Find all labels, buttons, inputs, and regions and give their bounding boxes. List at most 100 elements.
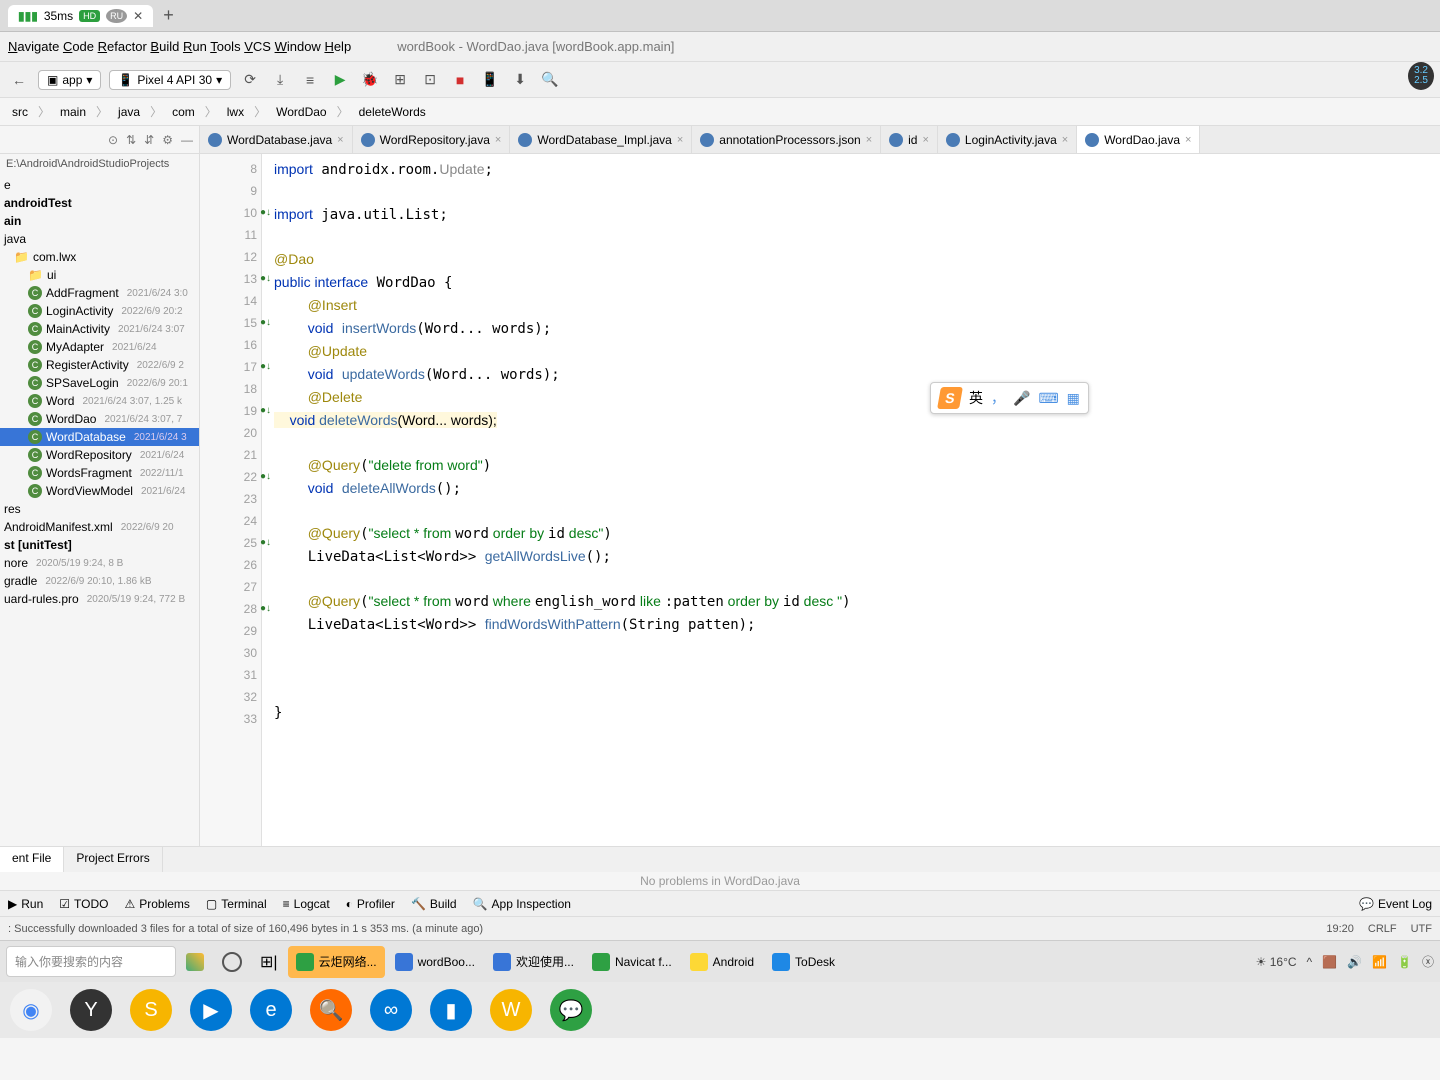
crumb-WordDao[interactable]: WordDao [270, 103, 332, 121]
battery-icon[interactable]: 🔋 [1397, 955, 1412, 969]
profile-icon[interactable]: ⊡ [419, 69, 441, 91]
tree-node-st-unitTest-[interactable]: st [unitTest] [0, 536, 199, 554]
close-icon[interactable]: × [337, 134, 343, 146]
editor-tab-id[interactable]: id× [881, 126, 938, 153]
close-icon[interactable]: ✕ [133, 9, 143, 23]
close-icon[interactable]: × [1185, 134, 1191, 146]
ime-grid-icon[interactable]: ▦ [1067, 390, 1080, 407]
tree-node-res[interactable]: res [0, 500, 199, 518]
task-Navicat-f-[interactable]: Navicat f... [584, 946, 680, 978]
menu-window[interactable]: Window [275, 39, 321, 54]
task-wordBoo-[interactable]: wordBoo... [387, 946, 483, 978]
crumb-java[interactable]: java [112, 103, 146, 121]
dock-app[interactable]: Y [70, 989, 112, 1031]
close-icon[interactable]: × [866, 134, 872, 146]
tray-chevron-icon[interactable]: ^ [1307, 955, 1313, 969]
close-icon[interactable]: × [922, 134, 928, 146]
tree-node-MyAdapter[interactable]: CMyAdapter2021/6/24 [0, 338, 199, 356]
editor-tab-WordDatabase-java[interactable]: WordDatabase.java× [200, 126, 353, 153]
tree-node-java[interactable]: java [0, 230, 199, 248]
tool-logcat[interactable]: ≡Logcat [283, 897, 330, 911]
format-icon[interactable]: ≡ [299, 69, 321, 91]
dock-app[interactable]: 🔍 [310, 989, 352, 1031]
crumb-deleteWords[interactable]: deleteWords [353, 103, 432, 121]
line-separator[interactable]: CRLF [1368, 923, 1397, 935]
new-tab-button[interactable]: + [163, 5, 174, 26]
stop-icon[interactable]: ■ [449, 69, 471, 91]
close-icon[interactable]: × [677, 134, 683, 146]
task-icon[interactable]: ⊞| [252, 946, 286, 978]
device-combo[interactable]: 📱 Pixel 4 API 30 ▾ [109, 70, 231, 90]
dock-app[interactable]: e [250, 989, 292, 1031]
menu-vcs[interactable]: VCS [244, 39, 271, 54]
ime-mic-icon[interactable]: 🎤 [1013, 390, 1030, 407]
close-overlay-icon[interactable]: ⓧ [1422, 953, 1434, 970]
tool-build[interactable]: 🔨Build [411, 897, 457, 911]
menu-refactor[interactable]: Refactor [98, 39, 147, 54]
avd-icon[interactable]: 📱 [479, 69, 501, 91]
tree-node-WordDao[interactable]: CWordDao2021/6/24 3:07, 7 [0, 410, 199, 428]
event-log[interactable]: 💬Event Log [1359, 897, 1432, 911]
tree-node-WordViewModel[interactable]: CWordViewModel2021/6/24 [0, 482, 199, 500]
network-icon[interactable]: 📶 [1372, 955, 1387, 969]
gear-icon[interactable]: ⚙ [162, 133, 173, 147]
make-icon[interactable]: ⤓ [269, 69, 291, 91]
crumb-lwx[interactable]: lwx [221, 103, 250, 121]
ime-keyboard-icon[interactable]: ⌨ [1038, 390, 1058, 407]
editor-tab-WordRepository-java[interactable]: WordRepository.java× [353, 126, 511, 153]
tool-run[interactable]: ▶Run [8, 897, 43, 911]
menu-navigate[interactable]: Navigate [8, 39, 59, 54]
tree-node-MainActivity[interactable]: CMainActivity2021/6/24 3:07 [0, 320, 199, 338]
dock-app[interactable]: ◉ [10, 989, 52, 1031]
tree-node-ain[interactable]: ain [0, 212, 199, 230]
tree-node-e[interactable]: e [0, 176, 199, 194]
ime-punct-icon[interactable]: ， [991, 388, 1005, 408]
task-ToDesk[interactable]: ToDesk [764, 946, 843, 978]
dock-app[interactable]: ∞ [370, 989, 412, 1031]
tool-problems[interactable]: ⚠Problems [124, 897, 189, 911]
locate-icon[interactable]: ⊙ [108, 133, 118, 147]
code-editor[interactable]: import androidx.room.Update; import java… [262, 154, 1440, 846]
taskbar-search[interactable]: 输入你要搜索的内容 [6, 946, 176, 977]
tray-app-icon[interactable]: 🟫 [1322, 955, 1337, 969]
sdk-icon[interactable]: ⬇ [509, 69, 531, 91]
hide-icon[interactable]: — [181, 133, 193, 147]
tool-profiler[interactable]: ◐Profiler [346, 897, 395, 911]
menu-code[interactable]: Code [63, 39, 94, 54]
debug-icon[interactable]: 🐞 [359, 69, 381, 91]
tree-node-WordDatabase[interactable]: CWordDatabase2021/6/24 3 [0, 428, 199, 446]
editor-tab-WordDao-java[interactable]: WordDao.java× [1077, 126, 1200, 153]
tree-node-ui[interactable]: 📁ui [0, 266, 199, 284]
sync-icon[interactable]: ⟳ [239, 69, 261, 91]
tree-node-SPSaveLogin[interactable]: CSPSaveLogin2022/6/9 20:1 [0, 374, 199, 392]
menu-tools[interactable]: Tools [210, 39, 240, 54]
editor-tab-LoginActivity-java[interactable]: LoginActivity.java× [938, 126, 1077, 153]
editor-tab-annotationProcessors-json[interactable]: annotationProcessors.json× [692, 126, 881, 153]
task-Android[interactable]: Android [682, 946, 762, 978]
back-icon[interactable]: ← [8, 69, 30, 91]
menu-run[interactable]: Run [183, 39, 207, 54]
project-tree[interactable]: eandroidTestainjava📁com.lwx📁uiCAddFragme… [0, 174, 199, 610]
dock-app[interactable]: W [490, 989, 532, 1031]
dock-app[interactable]: ▶ [190, 989, 232, 1031]
editor-tab-WordDatabase_Impl-java[interactable]: WordDatabase_Impl.java× [510, 126, 692, 153]
tree-node-com-lwx[interactable]: 📁com.lwx [0, 248, 199, 266]
dock-app[interactable]: S [130, 989, 172, 1031]
tree-node-WordRepository[interactable]: CWordRepository2021/6/24 [0, 446, 199, 464]
tree-node-AndroidManifest-xml[interactable]: AndroidManifest.xml2022/6/9 20 [0, 518, 199, 536]
tree-node-gradle[interactable]: gradle2022/6/9 20:10, 1.86 kB [0, 572, 199, 590]
tool-terminal[interactable]: ▢Terminal [206, 897, 267, 911]
tab-project-errors[interactable]: Project Errors [64, 847, 162, 872]
task-icon[interactable] [178, 946, 212, 978]
tree-node-nore[interactable]: nore2020/5/19 9:24, 8 B [0, 554, 199, 572]
task--[interactable]: 云炬网络... [288, 946, 385, 978]
search-icon[interactable]: 🔍 [539, 69, 561, 91]
menu-build[interactable]: Build [150, 39, 179, 54]
close-icon[interactable]: × [1062, 134, 1068, 146]
encoding[interactable]: UTF [1411, 923, 1432, 935]
ime-lang[interactable]: 英 [969, 388, 983, 408]
tree-node-Word[interactable]: CWord2021/6/24 3:07, 1.25 k [0, 392, 199, 410]
ime-toolbar[interactable]: S 英 ， 🎤 ⌨ ▦ [930, 382, 1089, 414]
crumb-src[interactable]: src [6, 103, 34, 121]
task-icon[interactable] [214, 946, 250, 978]
